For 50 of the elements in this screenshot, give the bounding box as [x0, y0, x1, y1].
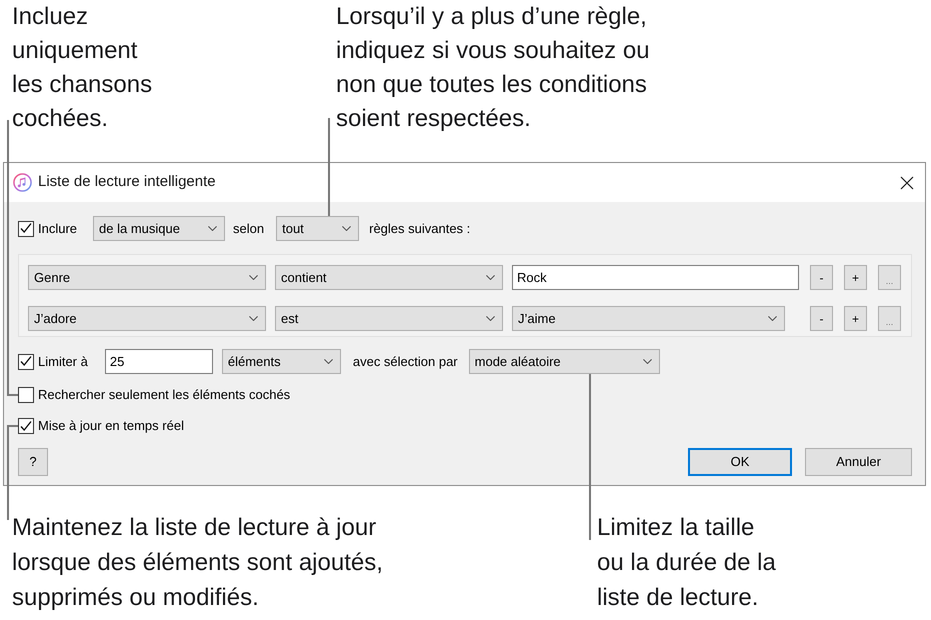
remove-rule-button[interactable]: - [810, 306, 833, 331]
rules-label: règles suivantes : [369, 220, 470, 238]
connector-label: selon [233, 220, 264, 238]
limit-label: Limiter à [38, 352, 88, 371]
unit-dropdown[interactable]: éléments [222, 349, 341, 374]
match-dropdown[interactable]: tout [276, 216, 360, 241]
window-title: Liste de lecture intelligente [38, 172, 216, 192]
chevron-down-icon [208, 226, 218, 231]
ok-button[interactable]: OK [688, 448, 792, 476]
operator-dropdown[interactable]: contient [275, 265, 503, 290]
operator-dropdown[interactable]: est [275, 306, 503, 331]
music-note-icon [13, 173, 32, 192]
add-rule-button[interactable]: + [844, 265, 867, 290]
checkbox-label: Rechercher seulement les éléments cochés [38, 386, 290, 404]
value-dropdown[interactable]: J’aime [512, 306, 785, 331]
checkbox[interactable] [18, 387, 34, 403]
callout-text: Incluez uniquement les chansons cochées. [12, 2, 152, 134]
callout-text: Lorsqu’il y a plus d’une règle, indiquez si vous souhaitez ou non que toutes les conditions soient respectées. [336, 2, 650, 134]
chevron-down-icon [486, 275, 495, 280]
checkmark-icon [20, 420, 32, 432]
checkbox-label: Mise à jour en temps réel [38, 417, 184, 436]
chevron-down-icon [249, 275, 258, 280]
callout-text: Limitez la taille ou la durée de la liste de lecture. [597, 513, 776, 613]
selection-label: avec sélection par [352, 352, 458, 371]
chevron-down-icon [342, 226, 352, 231]
more-options-button[interactable]: ... [878, 265, 901, 290]
help-button[interactable]: ? [18, 448, 48, 476]
chevron-down-icon [642, 359, 652, 364]
cancel-button[interactable]: Annuler [805, 448, 912, 476]
chevron-down-icon [324, 359, 333, 364]
checkbox[interactable] [18, 220, 34, 236]
checkmark-icon [20, 356, 32, 367]
selection-dropdown[interactable]: mode aléatoire [468, 349, 660, 374]
include-label: Inclure [38, 220, 78, 238]
checkmark-icon [20, 223, 32, 234]
media-dropdown[interactable]: de la musique [93, 216, 226, 241]
field-dropdown[interactable]: Genre [28, 265, 266, 290]
checkbox[interactable] [18, 418, 34, 434]
chevron-down-icon [249, 316, 258, 321]
remove-rule-button[interactable]: - [810, 265, 833, 290]
field-dropdown[interactable]: J’adore [28, 306, 266, 331]
chevron-down-icon [768, 316, 777, 321]
value-field[interactable]: Rock [512, 265, 799, 290]
callout-text: Maintenez la liste de lecture à jour lorsque des éléments sont ajoutés, supprimés ou modifiés. [12, 513, 383, 613]
checkbox[interactable] [18, 354, 34, 370]
chevron-down-icon [486, 316, 495, 321]
add-rule-button[interactable]: + [844, 306, 867, 331]
amount-field[interactable]: 25 [104, 349, 213, 374]
close-icon[interactable] [900, 176, 914, 190]
more-options-button[interactable]: ... [878, 306, 901, 331]
